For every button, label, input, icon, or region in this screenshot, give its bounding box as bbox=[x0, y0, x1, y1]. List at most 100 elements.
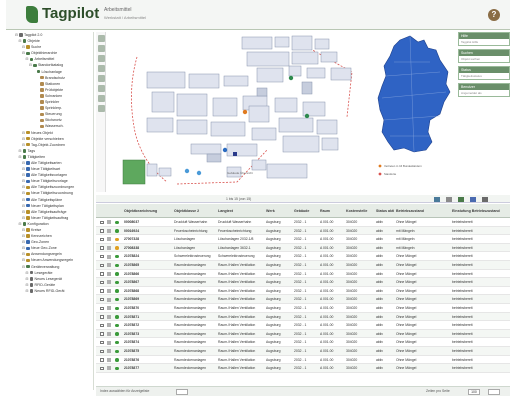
table-row[interactable]: 27008338 Löschanlagen Löschanlagen 3632-1 A… bbox=[96, 243, 510, 253]
select-icon[interactable] bbox=[97, 65, 105, 72]
row-checkbox[interactable] bbox=[100, 332, 104, 336]
table-row[interactable]: 21078877 Raumdeckenanlagen Raum-/Hallen Ve… bbox=[96, 364, 510, 373]
row-checkbox[interactable] bbox=[100, 237, 104, 242]
germany-map[interactable]: Vertreten in 16 Bundesländern Standorte bbox=[370, 32, 456, 192]
refresh-icon[interactable] bbox=[434, 196, 440, 202]
row-checkbox[interactable] bbox=[100, 323, 104, 328]
pan-icon[interactable] bbox=[97, 35, 105, 42]
row-checkbox[interactable] bbox=[100, 358, 104, 362]
column-header[interactable]: Kostenstelle bbox=[346, 204, 374, 218]
table-row[interactable]: 21078867 Raumdeckenanlagen Raum-/Hallen Ve… bbox=[96, 278, 510, 287]
table-row[interactable]: 21078868 Raumdeckenanlagen Raum-/Hallen Ve… bbox=[96, 287, 510, 296]
location-marker-icon[interactable] bbox=[184, 168, 190, 174]
column-header[interactable]: Objektklasse 2 bbox=[174, 204, 216, 218]
page-size-select[interactable]: 100 bbox=[468, 388, 480, 395]
layers-icon[interactable] bbox=[97, 85, 105, 92]
edit-icon[interactable] bbox=[107, 271, 111, 276]
row-checkbox[interactable] bbox=[100, 349, 104, 353]
location-marker-icon[interactable] bbox=[196, 170, 202, 176]
column-header[interactable]: Gebäude bbox=[294, 204, 318, 218]
building[interactable] bbox=[158, 167, 172, 177]
row-checkbox[interactable] bbox=[100, 315, 104, 319]
next-page-button[interactable] bbox=[488, 388, 500, 395]
info-box[interactable]: Status Tätigkeitsstatus bbox=[458, 66, 510, 80]
column-header[interactable]: Objektbezeichnung bbox=[124, 204, 172, 218]
table-row[interactable]: 21078873 Raumdeckenanlagen Raum-/Hallen Ve… bbox=[96, 329, 510, 339]
print-icon[interactable] bbox=[97, 95, 105, 102]
parking-icon[interactable] bbox=[233, 152, 237, 156]
table-row[interactable]: 21078866 Raumdeckenanlagen Raum-/Hallen Ve… bbox=[96, 270, 510, 279]
edit-icon[interactable] bbox=[107, 331, 111, 336]
table-row[interactable]: 21078875 Raumdeckenanlagen Raum-/Hallen Ve… bbox=[96, 347, 510, 356]
edit-icon[interactable] bbox=[107, 349, 111, 354]
row-checkbox[interactable] bbox=[100, 366, 104, 371]
row-checkbox[interactable] bbox=[100, 272, 104, 276]
edit-icon[interactable] bbox=[107, 323, 111, 328]
row-checkbox[interactable] bbox=[100, 220, 104, 224]
info-box[interactable]: Benutzer Angemeldet als bbox=[458, 83, 510, 97]
edit-icon[interactable] bbox=[107, 237, 111, 242]
building[interactable] bbox=[146, 163, 158, 177]
edit-icon[interactable] bbox=[107, 280, 111, 285]
column-header[interactable]: Werk bbox=[266, 204, 292, 218]
table-row[interactable]: 21078870 Raumdeckenanlagen Raum-/Hallen Ve… bbox=[96, 304, 510, 313]
edit-icon[interactable] bbox=[107, 357, 111, 362]
table-row[interactable]: 21078869 Raumdeckenanlagen Raum-/Hallen Ve… bbox=[96, 295, 510, 304]
breadcrumb[interactable]: Werkstatt / Arbeitsmittel bbox=[104, 15, 146, 20]
row-checkbox[interactable] bbox=[100, 289, 104, 293]
row-checkbox[interactable] bbox=[100, 340, 104, 345]
site-map[interactable]: Gebäude Übersicht bbox=[107, 32, 366, 192]
measure-icon[interactable] bbox=[97, 75, 105, 82]
index-select[interactable] bbox=[176, 388, 188, 395]
table-row[interactable]: 21078876 Raumdeckenanlagen Raum-/Hallen Ve… bbox=[96, 356, 510, 365]
column-header[interactable]: Raum bbox=[320, 204, 344, 218]
edit-icon[interactable] bbox=[107, 314, 111, 319]
row-checkbox[interactable] bbox=[100, 254, 104, 259]
help-icon[interactable]: ? bbox=[488, 9, 500, 21]
column-header[interactable]: Status aktiv bbox=[376, 204, 394, 218]
tree-item[interactable]: ⊟ Neues RFID-Gerät bbox=[14, 288, 93, 294]
edit-icon[interactable] bbox=[107, 220, 111, 225]
table-row[interactable]: 00008037 Druckluft Wasserhahn Druckluft Wa… bbox=[96, 218, 510, 227]
building-group[interactable] bbox=[146, 35, 352, 179]
edit-icon[interactable] bbox=[107, 306, 111, 311]
print-grid-icon[interactable] bbox=[470, 196, 476, 202]
location-marker-icon[interactable] bbox=[242, 109, 248, 115]
row-checkbox[interactable] bbox=[100, 297, 104, 302]
zoom-out-icon[interactable] bbox=[97, 55, 105, 62]
zoom-in-icon[interactable] bbox=[97, 45, 105, 52]
expand-toggle-icon[interactable]: ⊟ bbox=[26, 288, 30, 294]
export-icon[interactable] bbox=[97, 105, 105, 112]
row-checkbox[interactable] bbox=[100, 246, 104, 250]
table-row[interactable]: 21078824 Schwerelektrosteuerung Schwerelek… bbox=[96, 252, 510, 261]
info-box[interactable]: Hilfe Tagpilot Hilfe bbox=[458, 32, 510, 46]
location-marker-icon[interactable] bbox=[304, 113, 310, 119]
row-checkbox[interactable] bbox=[100, 263, 104, 267]
edit-icon[interactable] bbox=[107, 263, 111, 268]
germany-shape[interactable] bbox=[377, 35, 451, 153]
site-map-canvas[interactable]: Gebäude Übersicht bbox=[107, 32, 366, 192]
table-row[interactable]: 21078874 Raumdeckenanlagen Raum-/Hallen Ve… bbox=[96, 338, 510, 347]
column-header[interactable]: Einstufung Betriebszustand bbox=[452, 204, 508, 218]
table-row[interactable]: 27007328 Löschanlagen Löschanlagen 2032-1/… bbox=[96, 235, 510, 244]
table-row[interactable]: 00016924 Feuerloscheinrichtung Feuerlosche… bbox=[96, 226, 510, 236]
row-checkbox[interactable] bbox=[100, 280, 104, 285]
germany-map-canvas[interactable]: Vertreten in 16 Bundesländern Standorte bbox=[370, 32, 456, 192]
table-row[interactable]: 21078871 Raumdeckenanlagen Raum-/Hallen Ve… bbox=[96, 312, 510, 322]
edit-icon[interactable] bbox=[107, 297, 111, 302]
row-checkbox[interactable] bbox=[100, 306, 104, 310]
edit-icon[interactable] bbox=[107, 340, 111, 345]
location-marker-icon[interactable] bbox=[222, 147, 228, 153]
edit-icon[interactable] bbox=[107, 288, 111, 293]
info-box[interactable]: Suchen Objekt suchen bbox=[458, 49, 510, 63]
export-excel-icon[interactable] bbox=[458, 196, 464, 202]
table-row[interactable]: 21078865 Raumdeckenanlagen Raum-/Hallen Ve… bbox=[96, 261, 510, 270]
edit-icon[interactable] bbox=[107, 254, 111, 259]
column-header[interactable]: Betriebszustand bbox=[396, 204, 450, 218]
filter-icon[interactable] bbox=[446, 196, 452, 202]
location-marker-icon[interactable] bbox=[288, 75, 294, 81]
edit-icon[interactable] bbox=[107, 366, 111, 371]
row-checkbox[interactable] bbox=[100, 229, 104, 233]
edit-icon[interactable] bbox=[107, 228, 111, 233]
table-row[interactable]: 21078872 Raumdeckenanlagen Raum-/Hallen Ve… bbox=[96, 321, 510, 330]
